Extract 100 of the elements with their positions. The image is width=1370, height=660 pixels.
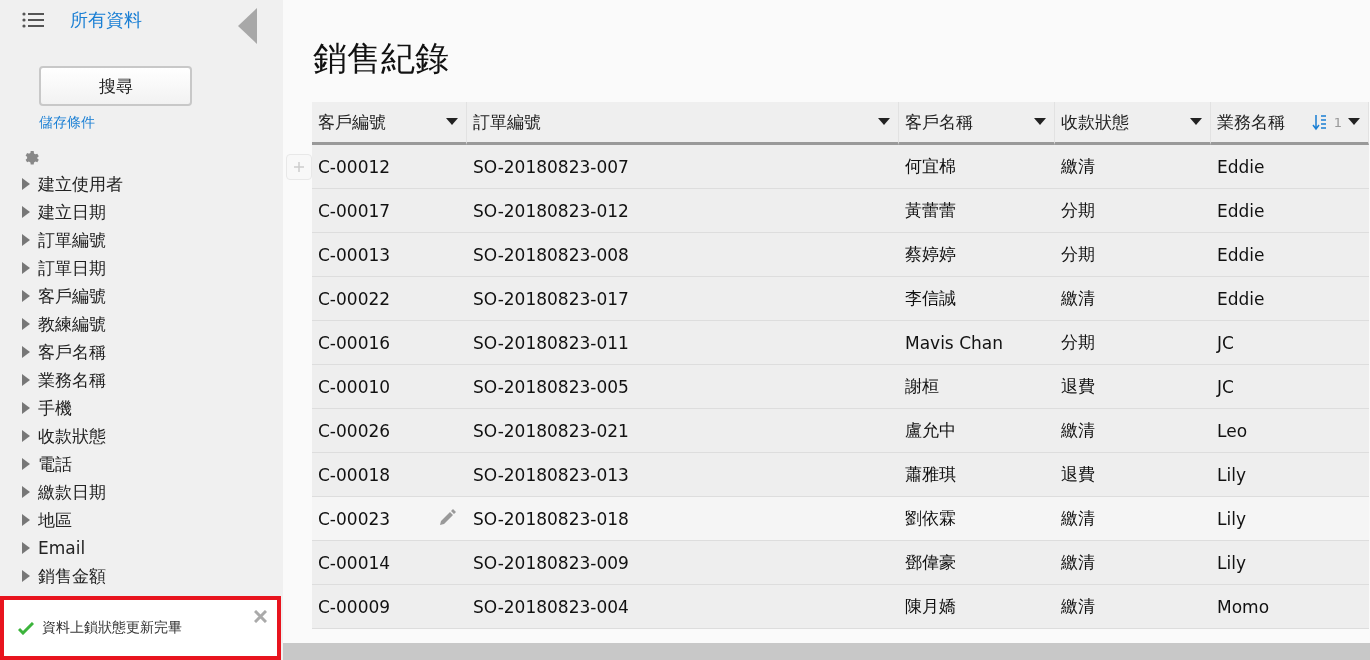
table-cell: Mavis Chan (899, 321, 1055, 365)
field-filter-item[interactable]: 收款狀態 (38, 424, 106, 448)
column-header-label: 客戶名稱 (905, 110, 974, 134)
table-cell: SO-20180823-008 (467, 233, 899, 277)
table-cell: Eddie (1211, 233, 1369, 277)
expand-triangle-icon[interactable] (22, 318, 30, 330)
table-cell: SO-20180823-013 (467, 453, 899, 497)
column-header[interactable]: 收款狀態 (1055, 102, 1211, 145)
table-cell: C-00023 (312, 497, 467, 541)
table-cell: 劉依霖 (899, 497, 1055, 541)
notification-message: 資料上鎖狀態更新完畢 (42, 619, 182, 637)
field-filter-item[interactable]: 電話 (38, 452, 72, 476)
field-filter-item[interactable]: 業務名稱 (38, 368, 106, 392)
table-cell: 蕭雅琪 (899, 453, 1055, 497)
table-cell: JC (1211, 365, 1369, 409)
sidebar-title[interactable]: 所有資料 (70, 8, 142, 32)
field-filter-item[interactable]: 建立使用者 (38, 172, 123, 196)
table-cell: 繳清 (1055, 145, 1211, 189)
table-cell: 鄧偉豪 (899, 541, 1055, 585)
expand-triangle-icon[interactable] (22, 346, 30, 358)
search-button[interactable]: 搜尋 (39, 66, 192, 106)
expand-triangle-icon[interactable] (22, 542, 30, 554)
horizontal-scrollbar[interactable] (283, 643, 1370, 660)
close-icon[interactable] (254, 610, 267, 623)
table-cell: Momo (1211, 585, 1369, 629)
field-filter-item[interactable]: 繳款日期 (38, 480, 106, 504)
table-cell: 分期 (1055, 233, 1211, 277)
table-cell: C-00009 (312, 585, 467, 629)
table-cell: 李信誠 (899, 277, 1055, 321)
column-header[interactable]: 客戶名稱 (899, 102, 1055, 145)
column-header-label: 收款狀態 (1061, 110, 1130, 134)
field-filter-item[interactable]: 銷售金額 (38, 564, 106, 588)
field-filter-item[interactable]: 手機 (38, 396, 72, 420)
column-header-label: 業務名稱 (1217, 110, 1286, 134)
save-conditions-link[interactable]: 儲存條件 (39, 114, 95, 132)
collapse-arrow-icon[interactable] (238, 8, 258, 44)
field-filter-item[interactable]: 地區 (38, 508, 72, 532)
table-cell: SO-20180823-005 (467, 365, 899, 409)
table-cell: C-00013 (312, 233, 467, 277)
table-cell: SO-20180823-011 (467, 321, 899, 365)
table-cell: Eddie (1211, 277, 1369, 321)
field-filter-item[interactable]: 客戶名稱 (38, 340, 106, 364)
field-filter-item[interactable]: Email (38, 538, 86, 558)
table-cell: 分期 (1055, 321, 1211, 365)
table-cell: 謝桓 (899, 365, 1055, 409)
dropdown-caret-icon[interactable] (1034, 118, 1046, 126)
table-cell: SO-20180823-017 (467, 277, 899, 321)
dropdown-caret-icon[interactable] (1190, 118, 1202, 126)
table-cell: 分期 (1055, 189, 1211, 233)
expand-triangle-icon[interactable] (22, 262, 30, 274)
table-cell: SO-20180823-009 (467, 541, 899, 585)
expand-triangle-icon[interactable] (22, 430, 30, 442)
table-cell: 何宜棉 (899, 145, 1055, 189)
table-cell: C-00026 (312, 409, 467, 453)
expand-triangle-icon[interactable] (22, 290, 30, 302)
field-filter-item[interactable]: 建立日期 (38, 200, 106, 224)
sort-ascending-icon[interactable] (1311, 113, 1328, 131)
table-cell: SO-20180823-012 (467, 189, 899, 233)
field-filter-item[interactable]: 訂單編號 (38, 228, 106, 252)
dropdown-caret-icon[interactable] (1348, 118, 1360, 126)
column-header-label: 訂單編號 (473, 110, 542, 134)
field-filter-item[interactable]: 客戶編號 (38, 284, 106, 308)
table-cell: SO-20180823-004 (467, 585, 899, 629)
column-header[interactable]: 客戶編號 (312, 102, 467, 145)
table-cell: C-00016 (312, 321, 467, 365)
table-cell: SO-20180823-018 (467, 497, 899, 541)
column-header[interactable]: 訂單編號 (467, 102, 899, 145)
table-cell: Lily (1211, 453, 1369, 497)
field-filter-item[interactable]: 教練編號 (38, 312, 106, 336)
pencil-icon[interactable] (437, 508, 457, 528)
page-title: 銷售紀錄 (313, 37, 450, 80)
dropdown-caret-icon[interactable] (878, 118, 890, 126)
column-header[interactable]: 業務名稱 1 (1211, 102, 1369, 145)
table-cell: 陳月嬌 (899, 585, 1055, 629)
expand-triangle-icon[interactable] (22, 234, 30, 246)
table-cell: 繳清 (1055, 409, 1211, 453)
table-cell: Leo (1211, 409, 1369, 453)
expand-triangle-icon[interactable] (22, 486, 30, 498)
expand-triangle-icon[interactable] (22, 402, 30, 414)
table-cell: Lily (1211, 541, 1369, 585)
expand-triangle-icon[interactable] (22, 374, 30, 386)
table-cell: JC (1211, 321, 1369, 365)
table-cell: SO-20180823-021 (467, 409, 899, 453)
table-cell: Eddie (1211, 189, 1369, 233)
expand-triangle-icon[interactable] (22, 458, 30, 470)
table-cell: 退費 (1055, 453, 1211, 497)
field-filter-item[interactable]: 訂單日期 (38, 256, 106, 280)
expand-triangle-icon[interactable] (22, 570, 30, 582)
table-cell: 蔡婷婷 (899, 233, 1055, 277)
table-cell: SO-20180823-007 (467, 145, 899, 189)
expand-triangle-icon[interactable] (22, 514, 30, 526)
dropdown-caret-icon[interactable] (446, 118, 458, 126)
column-header-label: 客戶編號 (318, 110, 387, 134)
table-cell: C-00018 (312, 453, 467, 497)
expand-triangle-icon[interactable] (22, 178, 30, 190)
table-cell: C-00014 (312, 541, 467, 585)
expand-triangle-icon[interactable] (22, 206, 30, 218)
table-cell: 繳清 (1055, 541, 1211, 585)
table-cell: 退費 (1055, 365, 1211, 409)
menu-icon[interactable] (22, 12, 44, 28)
